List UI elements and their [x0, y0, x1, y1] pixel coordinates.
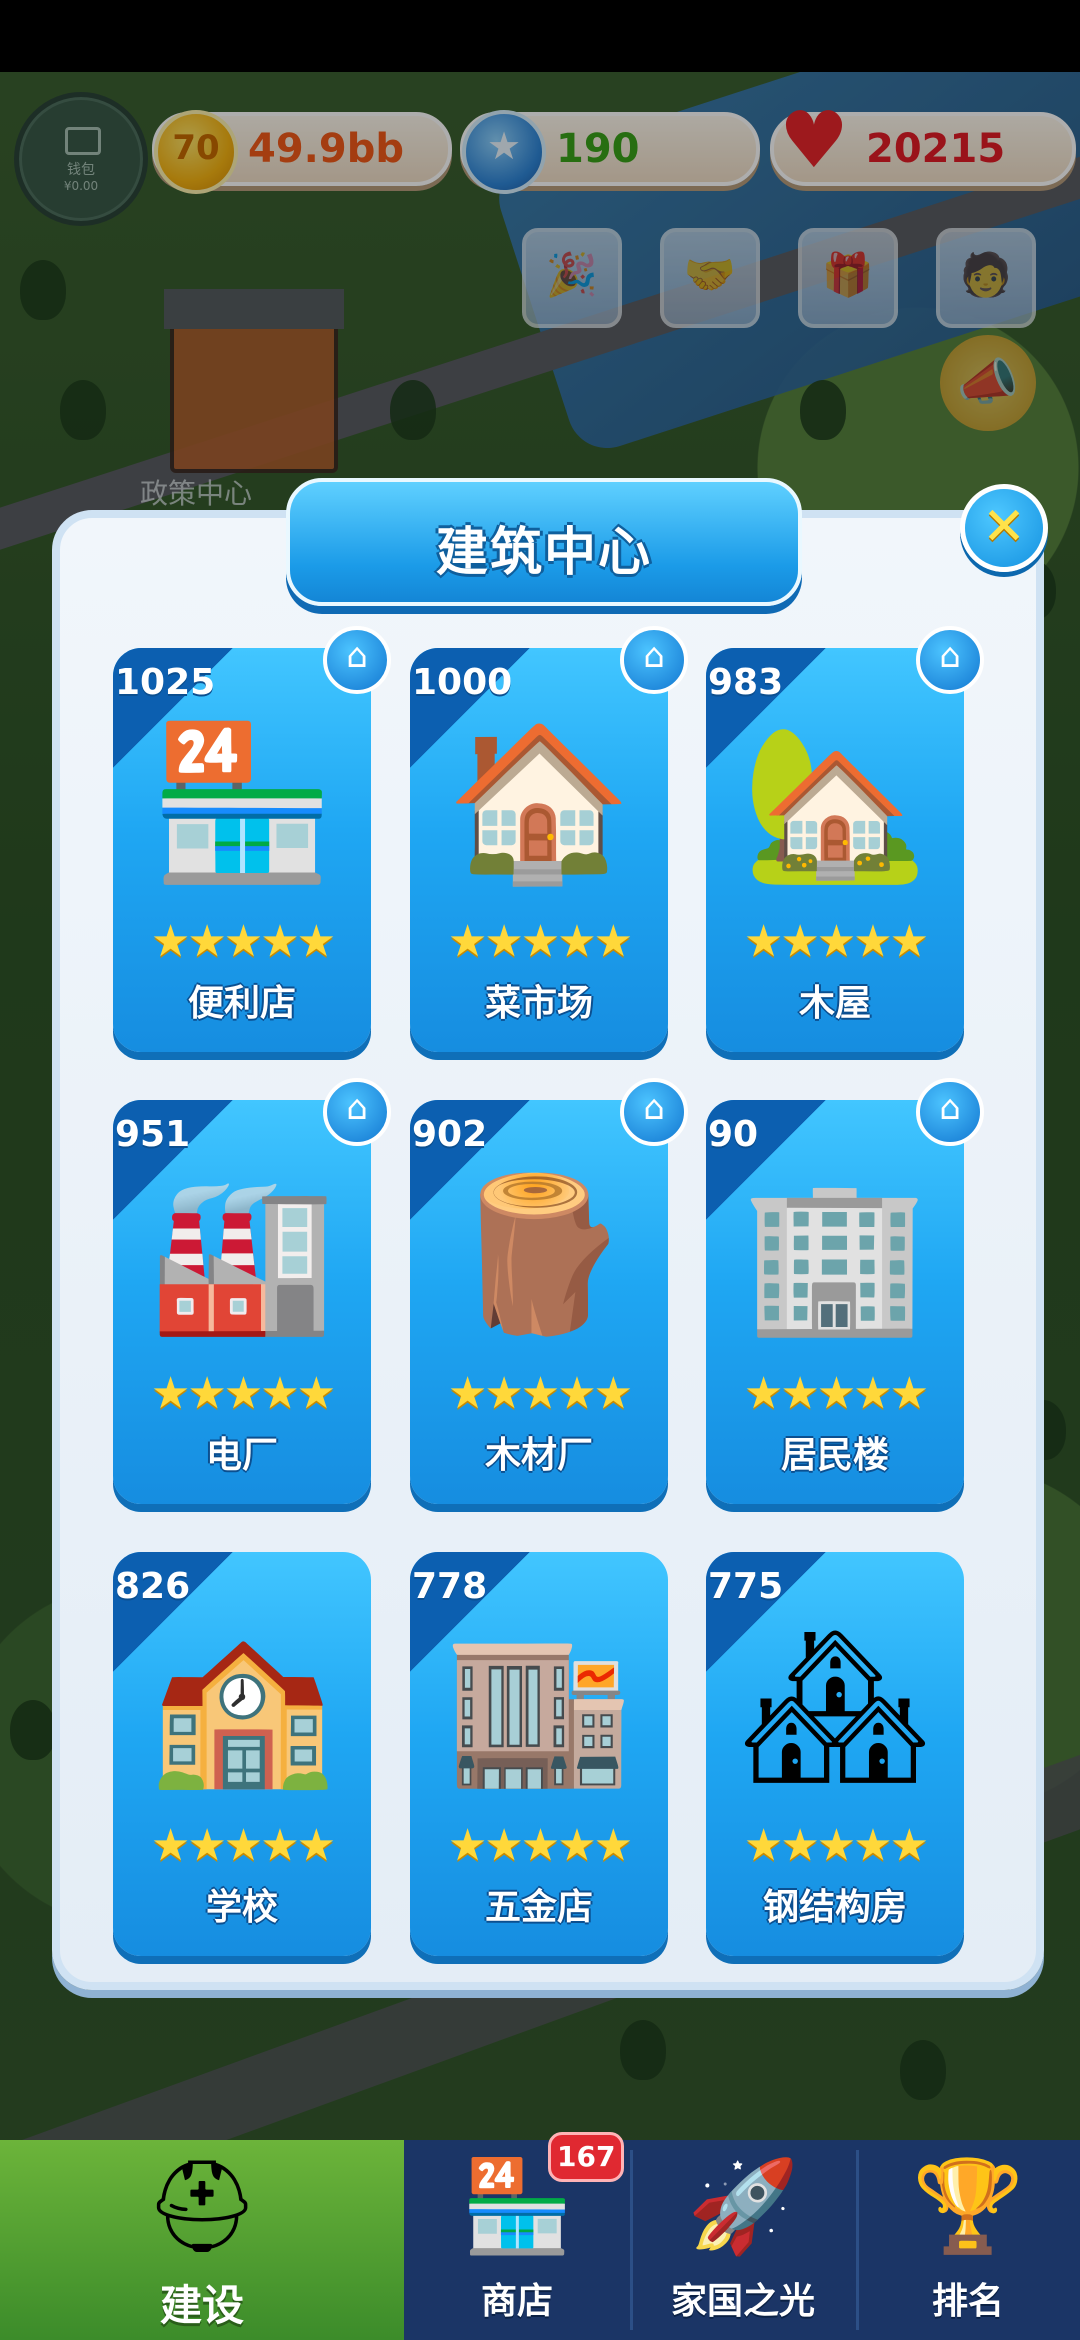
building-name: 钢结构房 — [762, 1887, 907, 1928]
home-icon: ⌂ — [939, 636, 961, 676]
building-card[interactable]: 983 🏡 ★★★★★ 木屋 ⌂ — [706, 626, 984, 1052]
building-score: 90 — [708, 1114, 759, 1155]
nav-home-country[interactable]: 🚀 家国之光 — [630, 2140, 856, 2340]
building-illustration: 🏢 — [741, 1168, 929, 1342]
trophy-icon: 🏆 — [911, 2154, 1025, 2259]
building-score: 778 — [412, 1566, 488, 1607]
building-score: 951 — [115, 1114, 191, 1155]
building-score: 902 — [412, 1114, 488, 1155]
home-button[interactable]: ⌂ — [323, 626, 391, 694]
building-illustration: 🏪 — [148, 716, 336, 890]
star-rating: ★★★★★ — [743, 916, 929, 967]
nav-divider — [856, 2150, 859, 2330]
building-illustration: 🏬 — [445, 1620, 633, 1794]
star-rating: ★★★★★ — [447, 1368, 633, 1419]
home-icon: ⌂ — [643, 636, 665, 676]
home-button[interactable]: ⌂ — [620, 1078, 688, 1146]
hard-hat-icon: ⛑ — [144, 2154, 260, 2259]
building-name: 居民楼 — [780, 1435, 889, 1476]
building-card[interactable]: 1000 🏠 ★★★★★ 菜市场 ⌂ — [410, 626, 688, 1052]
building-card[interactable]: 826 🏫 ★★★★★ 学校 — [113, 1552, 371, 1956]
building-card[interactable]: 778 🏬 ★★★★★ 五金店 — [410, 1552, 668, 1956]
nav-ranking-label: 排名 — [931, 2281, 1004, 2322]
building-score: 826 — [115, 1566, 191, 1607]
home-icon: ⌂ — [939, 1088, 961, 1128]
building-card[interactable]: 902 🪵 ★★★★★ 木材厂 ⌂ — [410, 1078, 688, 1504]
building-illustration: 🏠 — [445, 716, 633, 890]
home-button[interactable]: ⌂ — [620, 626, 688, 694]
home-button[interactable]: ⌂ — [916, 1078, 984, 1146]
building-card[interactable]: 1025 🏪 ★★★★★ 便利店 ⌂ — [113, 626, 391, 1052]
home-button[interactable]: ⌂ — [916, 626, 984, 694]
star-rating: ★★★★★ — [150, 916, 336, 967]
close-button[interactable]: ✕ — [960, 484, 1048, 572]
building-name: 电厂 — [205, 1435, 278, 1476]
building-name: 木屋 — [798, 983, 871, 1024]
star-rating: ★★★★★ — [743, 1820, 929, 1871]
building-card[interactable]: 90 🏢 ★★★★★ 居民楼 ⌂ — [706, 1078, 984, 1504]
building-illustration: 🏭 — [148, 1168, 336, 1342]
star-rating: ★★★★★ — [150, 1368, 336, 1419]
building-name: 木材厂 — [484, 1435, 593, 1476]
home-icon: ⌂ — [346, 636, 368, 676]
building-score: 775 — [708, 1566, 784, 1607]
dialog-title: 建筑中心 — [435, 523, 652, 583]
star-rating: ★★★★★ — [150, 1820, 336, 1871]
nav-divider — [630, 2150, 633, 2330]
building-name: 菜市场 — [484, 983, 593, 1024]
nav-home-country-label: 家国之光 — [670, 2281, 815, 2322]
nav-ranking[interactable]: 🏆 排名 — [856, 2140, 1080, 2340]
home-icon: ⌂ — [346, 1088, 368, 1128]
home-icon: ⌂ — [643, 1088, 665, 1128]
building-card[interactable]: 775 🏘 ★★★★★ 钢结构房 — [706, 1552, 964, 1956]
shop-badge: 167 — [548, 2132, 625, 2182]
building-illustration: 🏡 — [741, 716, 929, 890]
dialog-title-banner: 建筑中心 — [286, 478, 802, 606]
building-name: 五金店 — [484, 1887, 593, 1928]
building-illustration: 🏫 — [148, 1620, 336, 1794]
building-card[interactable]: 951 🏭 ★★★★★ 电厂 ⌂ — [113, 1078, 391, 1504]
nav-build-label: 建设 — [159, 2281, 244, 2330]
bottom-navigation: ⛑ 建设 🏪 商店 🚀 家国之光 🏆 排名 — [0, 2140, 1080, 2340]
building-score: 1025 — [115, 662, 216, 703]
star-rating: ★★★★★ — [447, 1820, 633, 1871]
rocket-icon: 🚀 — [686, 2154, 800, 2259]
building-illustration: 🪵 — [445, 1168, 633, 1342]
star-rating: ★★★★★ — [743, 1368, 929, 1419]
building-illustration: 🏘 — [739, 1620, 931, 1794]
building-name: 学校 — [205, 1887, 278, 1928]
close-icon: ✕ — [982, 497, 1026, 557]
building-name: 便利店 — [187, 983, 296, 1024]
nav-build[interactable]: ⛑ 建设 — [0, 2140, 404, 2340]
building-score: 983 — [708, 662, 784, 703]
building-score: 1000 — [412, 662, 513, 703]
nav-shop-label: 商店 — [480, 2281, 553, 2322]
home-button[interactable]: ⌂ — [323, 1078, 391, 1146]
star-rating: ★★★★★ — [447, 916, 633, 967]
